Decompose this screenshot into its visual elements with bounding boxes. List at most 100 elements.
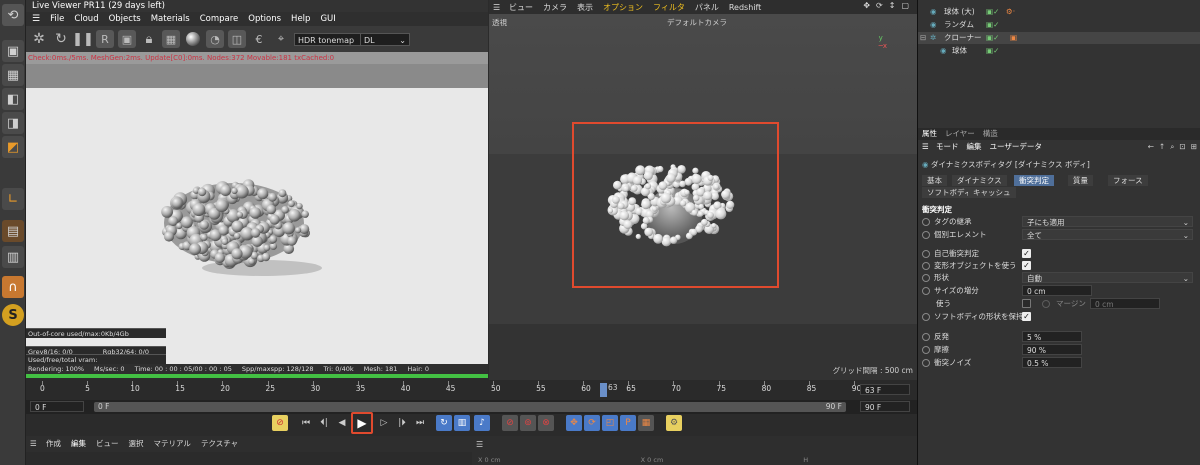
menu-display[interactable]: 表示 <box>577 2 593 13</box>
menu-view[interactable]: ビュー <box>509 2 533 13</box>
menu-camera[interactable]: カメラ <box>543 2 567 13</box>
key-selection-icon[interactable]: ⊗ <box>538 415 554 431</box>
tab-attributes[interactable]: 属性 <box>922 128 937 140</box>
tab-structure[interactable]: 構造 <box>983 128 998 140</box>
hamburger-icon[interactable]: ☰ <box>30 436 37 452</box>
key-scale-icon[interactable]: ◰ <box>602 415 618 431</box>
poly-cube-icon[interactable]: ◨ <box>2 112 24 134</box>
checker-cube-icon[interactable]: ▦ <box>2 64 24 86</box>
keyframe-radio[interactable] <box>922 218 930 226</box>
render-canvas[interactable]: Out-of-core used/max:0Kb/4Gb <box>26 88 488 346</box>
hamburger-icon[interactable]: ☰ <box>922 140 929 154</box>
fps-icon[interactable]: ▥ <box>454 415 470 431</box>
visibility-check-icon[interactable]: ▣✓ <box>986 45 999 57</box>
keyframe-radio[interactable] <box>922 287 930 295</box>
gear-icon[interactable]: ✲ <box>30 30 48 48</box>
bounce-field[interactable]: 5 % <box>1022 331 1082 342</box>
subtab-dynamics[interactable]: ダイナミクス <box>952 175 1007 186</box>
undo-icon[interactable]: ⟲ <box>2 4 24 26</box>
menu-cloud[interactable]: Cloud <box>74 14 98 24</box>
menu-objects[interactable]: Objects <box>109 14 141 24</box>
play-button[interactable]: ▶ <box>351 412 373 434</box>
key-pla-icon[interactable]: ▦ <box>638 415 654 431</box>
key-record-icon[interactable]: ⊘ <box>502 415 518 431</box>
timeline-ruler[interactable]: 0 5 10 15 20 25 30 35 40 45 50 55 60 65 70 75 80 85 90 63 … <box>26 380 917 400</box>
move-icon[interactable]: ✥ <box>863 1 870 10</box>
margin-field[interactable]: 0 cm <box>1090 298 1160 309</box>
individual-elements-select[interactable]: 全て ⌄ <box>1022 229 1193 240</box>
keyframe-radio[interactable] <box>922 250 930 258</box>
menu-gui[interactable]: GUI <box>320 14 335 24</box>
euro-icon[interactable]: € <box>250 30 268 48</box>
lock-icon[interactable]: 🔒︎ <box>140 30 158 48</box>
start-frame-field[interactable]: 0 F <box>30 401 84 412</box>
object-row[interactable]: ◉ ランダム ▣✓ <box>918 19 1200 31</box>
prev-key-icon[interactable]: ⏴| <box>316 415 332 431</box>
region-box-icon[interactable]: ▣ <box>118 30 136 48</box>
menu-compare[interactable]: Compare <box>200 14 239 24</box>
kernel-select[interactable]: DL ⌄ <box>360 33 410 46</box>
sphere-icon[interactable] <box>184 30 202 48</box>
keyframe-radio[interactable] <box>922 333 930 341</box>
subtab-cache[interactable]: キャッシュ <box>968 187 1016 198</box>
cube-icon[interactable]: ▣ <box>2 40 24 62</box>
magnet-icon[interactable]: ∩ <box>2 276 24 298</box>
menu-options[interactable]: Options <box>248 14 281 24</box>
self-collision-checkbox[interactable]: ✓ <box>1022 249 1031 258</box>
menu-help[interactable]: Help <box>291 14 310 24</box>
tag-inherit-select[interactable]: 子にも適用 ⌄ <box>1022 216 1193 227</box>
rotate-icon[interactable]: ⟳ <box>876 1 883 10</box>
snap-s-icon[interactable]: S <box>2 304 24 326</box>
collision-noise-field[interactable]: 0.5 % <box>1022 357 1082 368</box>
menu-user-data[interactable]: ユーザーデータ <box>990 140 1042 154</box>
floor-grid-icon[interactable]: ▤ <box>2 220 24 242</box>
dope-sheet-icon[interactable]: ⚙ <box>666 415 682 431</box>
size-increase-field[interactable]: 0 cm <box>1022 285 1092 296</box>
new-panel-icon[interactable]: ⊞ <box>1191 140 1197 154</box>
menu-edit[interactable]: 編集 <box>967 140 982 154</box>
keep-softbody-checkbox[interactable]: ✓ <box>1022 312 1031 321</box>
object-row[interactable]: ◉ 球体 (大) ▣✓ ⚙· <box>918 6 1200 18</box>
region-r-icon[interactable]: R <box>96 30 114 48</box>
up-arrow-icon[interactable]: ↑ <box>1159 140 1165 154</box>
key-param-icon[interactable]: P <box>620 415 636 431</box>
grid-icon[interactable]: ▦ <box>162 30 180 48</box>
menu-redshift[interactable]: Redshift <box>729 3 761 12</box>
next-frame-icon[interactable]: ▷ <box>376 415 392 431</box>
keyframe-radio[interactable] <box>922 359 930 367</box>
object-row[interactable]: ◉ 球体 ▣✓ <box>918 45 1200 57</box>
refresh-icon[interactable]: ↻ <box>52 30 70 48</box>
menu-edit[interactable]: 編集 <box>71 436 86 452</box>
menu-filter[interactable]: フィルタ <box>653 2 685 13</box>
menu-panel[interactable]: パネル <box>695 2 719 13</box>
subtab-mass[interactable]: 質量 <box>1068 175 1093 186</box>
shape-select[interactable]: 自動 ⌄ <box>1022 272 1193 283</box>
subtab-force[interactable]: フォース <box>1108 175 1148 186</box>
friction-field[interactable]: 90 % <box>1022 344 1082 355</box>
camera-icon[interactable]: ◫ <box>228 30 246 48</box>
dynamics-tag-icon[interactable]: ▣ <box>1010 32 1017 44</box>
menu-options[interactable]: オプション <box>603 2 643 13</box>
sound-icon[interactable]: ♪ <box>474 415 490 431</box>
lock-grid-icon[interactable]: ▥ <box>2 246 24 268</box>
subtab-basic[interactable]: 基本 <box>922 175 947 186</box>
search-icon[interactable]: ⌕ <box>1170 140 1174 154</box>
next-key-icon[interactable]: |⏵ <box>394 415 410 431</box>
visibility-check-icon[interactable]: ▣✓ <box>986 6 999 18</box>
subtab-collision[interactable]: 衝突判定 <box>1014 175 1054 186</box>
menu-mode[interactable]: モード <box>936 140 959 154</box>
menu-materials[interactable]: Materials <box>151 14 190 24</box>
lock-icon[interactable]: ⊡ <box>1179 140 1185 154</box>
prev-frame-icon[interactable]: ◀ <box>334 415 350 431</box>
keyframe-radio[interactable] <box>922 313 930 321</box>
keyframe-radio[interactable] <box>922 231 930 239</box>
menu-material[interactable]: マテリアル <box>154 436 191 452</box>
keyframe-radio[interactable] <box>1042 300 1050 308</box>
focus-icon[interactable]: ◔ <box>206 30 224 48</box>
collapse-icon[interactable]: ⊟ <box>920 32 926 44</box>
max-frame-field[interactable]: 90 F <box>860 401 910 412</box>
zoom-icon[interactable]: ↕ <box>889 1 896 10</box>
deformed-checkbox[interactable]: ✓ <box>1022 261 1031 270</box>
visibility-check-icon[interactable]: ▣✓ <box>986 19 999 31</box>
keyframe-radio[interactable] <box>922 262 930 270</box>
